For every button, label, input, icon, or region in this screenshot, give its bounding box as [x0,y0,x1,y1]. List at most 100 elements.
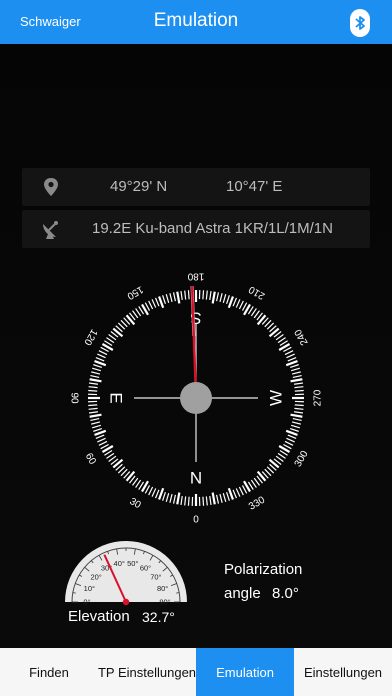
compass-tick [180,290,183,301]
elevation-scale-label: 50° [127,559,138,568]
compass-tick [169,493,173,503]
elevation-tick [176,592,180,594]
compass-degree-label: 60 [83,451,98,467]
polarization-label: Polarization [224,561,303,578]
compass-tick [91,421,101,425]
compass-tick [176,291,181,304]
compass-tick [232,489,238,499]
elevation-scale-label: 90° [159,598,170,607]
satellite-row[interactable]: 19.2E Ku-band Astra 1KR/1L/1M/1N [22,210,370,248]
compass-tick [291,421,301,425]
polarization-angle-label: angle [224,585,261,602]
cardinal-west: W [267,390,286,406]
compass-tick [165,492,170,502]
cardinal-east: E [107,392,126,403]
tab-emulation[interactable]: Emulation [196,648,295,696]
tab-bar: Finden TP Einstellungen Emulation Einste… [0,648,392,696]
compass-tick [219,293,223,303]
elevation-value: 32.7° [142,609,175,625]
compass-tick [97,437,106,443]
compass-tick [293,382,304,385]
compass-tick [187,290,190,300]
compass-tick [94,429,107,436]
compass-tick [211,492,216,505]
emulation-view: 49°29' N 10°47' E 19.2E Ku-band Astra 1K… [0,44,392,648]
compass-tick [176,492,181,505]
bluetooth-icon [355,16,365,30]
compass-tick [215,292,220,302]
compass-tick [227,296,234,309]
compass-tick [89,413,102,418]
elevation-scale-label: 80° [157,584,168,593]
compass-tick [158,487,165,500]
location-pin-icon [44,178,58,196]
compass-tick [294,404,304,407]
compass-degree-label: 150 [125,283,145,301]
compass-degree-label: 330 [247,495,267,513]
compass-tick [215,494,220,504]
compass-tick [250,308,257,317]
compass-tick [93,364,103,368]
compass-degree-label: 120 [81,327,99,347]
compass-tick [154,489,160,499]
elevation-tick [72,592,76,594]
compass-tick [205,496,208,506]
elevation-scale-label: 60° [140,564,151,573]
compass-degree-label: 270 [313,389,324,406]
elevation-scale-label: 70° [150,572,161,581]
compass-tick [286,353,295,359]
compass-tick [232,297,238,307]
compass-degree-label: 210 [247,283,267,301]
compass-tick [202,496,205,506]
compass-tick [162,295,166,305]
compass-tick [209,495,212,506]
compass-tick [290,424,300,429]
compass-tick [184,290,187,300]
compass-tick [88,382,99,385]
location-row: 49°29' N 10°47' E [22,168,370,206]
compass-tick [287,434,297,440]
bluetooth-button[interactable] [350,9,370,37]
compass-tick [90,374,100,379]
tab-tp-einstellungen[interactable]: TP Einstellungen [98,648,196,696]
compass-tick [94,360,107,367]
compass-tick [90,417,100,422]
compass-tick [290,413,303,418]
tab-einstellungen[interactable]: Einstellungen [294,648,392,696]
compass-tick [226,295,230,305]
compass-tick [292,417,302,422]
elevation-scale-label: 0° [83,598,90,607]
compass-tick [294,407,304,410]
compass-tick [291,371,301,375]
compass-degree-label: 240 [293,327,311,347]
compass-tick [88,389,98,392]
compass-tick [294,389,304,392]
compass-tick [187,496,190,506]
compass-tick [235,488,241,497]
compass-degree-label: 300 [293,449,311,469]
compass-degree-label: 90 [69,392,80,404]
compass-tick [285,429,298,436]
compass-hub [180,382,212,414]
compass-tick [292,374,302,379]
compass-tick [287,356,297,362]
compass-tick [158,296,165,309]
compass-tick [151,299,157,308]
compass-tick [148,300,154,310]
compass-tick [106,337,115,344]
compass-tick [222,492,227,502]
cardinal-north: N [190,469,202,488]
compass-tick [92,424,102,429]
compass-tick [289,428,299,432]
compass-tick [284,350,294,356]
compass-tick [277,452,286,459]
compass-tick [162,491,166,501]
elevation-gauge: 0°10°20°30°40° 50°60°70°80°90° [65,541,187,607]
compass-degree-label: 0 [193,515,199,526]
compass-tick [284,440,294,446]
elevation-needle-hub [122,598,130,606]
satellite-name: 19.2E Ku-band Astra 1KR/1L/1M/1N [92,220,333,237]
compass-tick [98,350,108,356]
tab-finden[interactable]: Finden [0,648,98,696]
compass-tick [277,337,286,344]
